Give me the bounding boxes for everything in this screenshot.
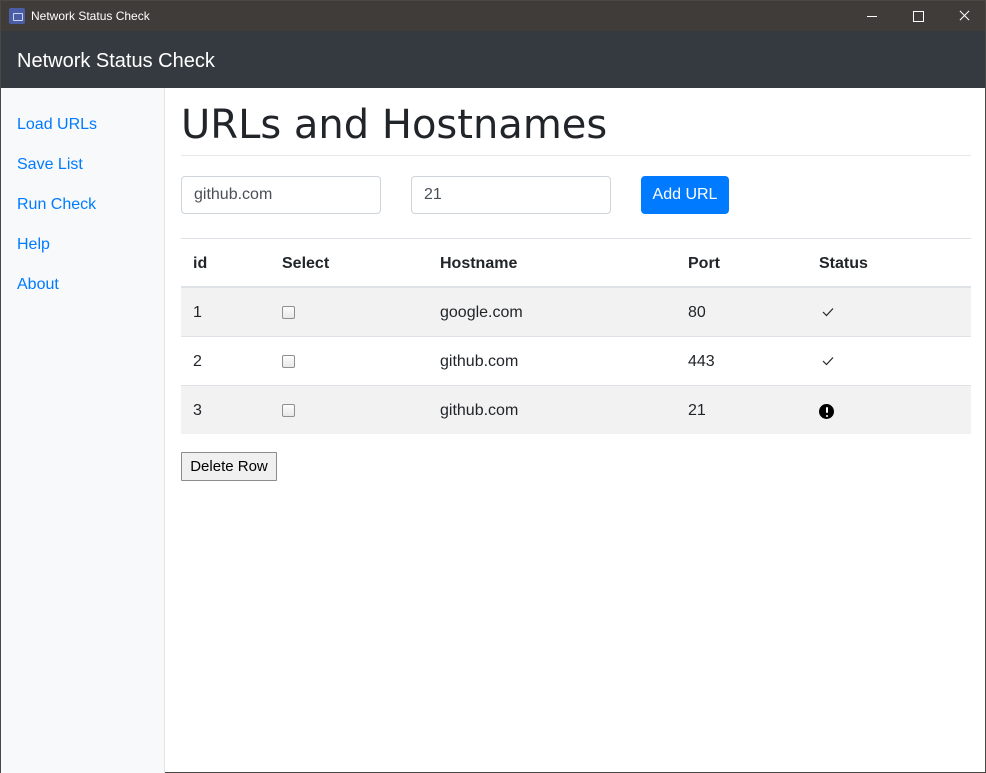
row-id: 1 (193, 304, 202, 321)
row-hostname: github.com (440, 402, 519, 419)
sidebar-item-about[interactable]: About (17, 275, 59, 295)
window-title: Network Status Check (31, 9, 150, 23)
page-title: URLs and Hostnames (181, 102, 608, 148)
table-header: id Select Hostname Port Status (181, 238, 971, 288)
navbar-brand[interactable]: Network Status Check (17, 49, 215, 73)
title-divider (181, 155, 971, 156)
main-content: URLs and Hostnames github.com 21 Add URL… (165, 88, 985, 773)
minimize-icon[interactable] (849, 1, 895, 31)
sidebar-item-load-urls[interactable]: Load URLs (17, 115, 97, 135)
urls-table: id Select Hostname Port Status 1 google.… (181, 238, 971, 434)
row-hostname: google.com (440, 304, 523, 321)
check-icon (822, 308, 834, 317)
sidebar-item-run-check[interactable]: Run Check (17, 195, 96, 215)
row-port: 21 (688, 402, 706, 419)
delete-row-button[interactable]: Delete Row (181, 452, 277, 481)
sidebar-item-help[interactable]: Help (17, 235, 50, 255)
row-hostname: github.com (440, 353, 519, 370)
add-url-button[interactable]: Add URL (641, 176, 729, 214)
hostname-input[interactable]: github.com (181, 176, 381, 214)
sidebar: Load URLs Save List Run Check Help About (1, 88, 165, 773)
row-select-checkbox[interactable] (282, 355, 295, 368)
header-select: Select (282, 255, 330, 272)
row-select-checkbox[interactable] (282, 404, 295, 417)
table-row: 1 google.com 80 (181, 288, 971, 337)
header-hostname: Hostname (440, 255, 518, 272)
close-icon[interactable] (941, 1, 986, 31)
row-port: 80 (688, 304, 706, 321)
table-row: 3 github.com 21 (181, 386, 971, 434)
app-icon (9, 8, 25, 24)
row-id: 3 (193, 402, 202, 419)
navbar: Network Status Check (1, 31, 985, 88)
app-window: Network Status Check Network Status Chec… (0, 0, 986, 773)
sidebar-item-save-list[interactable]: Save List (17, 155, 83, 175)
check-icon (822, 357, 834, 366)
table-row: 2 github.com 443 (181, 337, 971, 386)
port-input[interactable]: 21 (411, 176, 611, 214)
title-bar[interactable]: Network Status Check (1, 1, 985, 31)
alert-circle-icon (819, 404, 834, 419)
header-port: Port (688, 255, 720, 272)
row-id: 2 (193, 353, 202, 370)
maximize-icon[interactable] (895, 1, 941, 31)
row-select-checkbox[interactable] (282, 306, 295, 319)
header-id: id (193, 255, 208, 272)
row-port: 443 (688, 353, 715, 370)
header-status: Status (819, 255, 868, 272)
